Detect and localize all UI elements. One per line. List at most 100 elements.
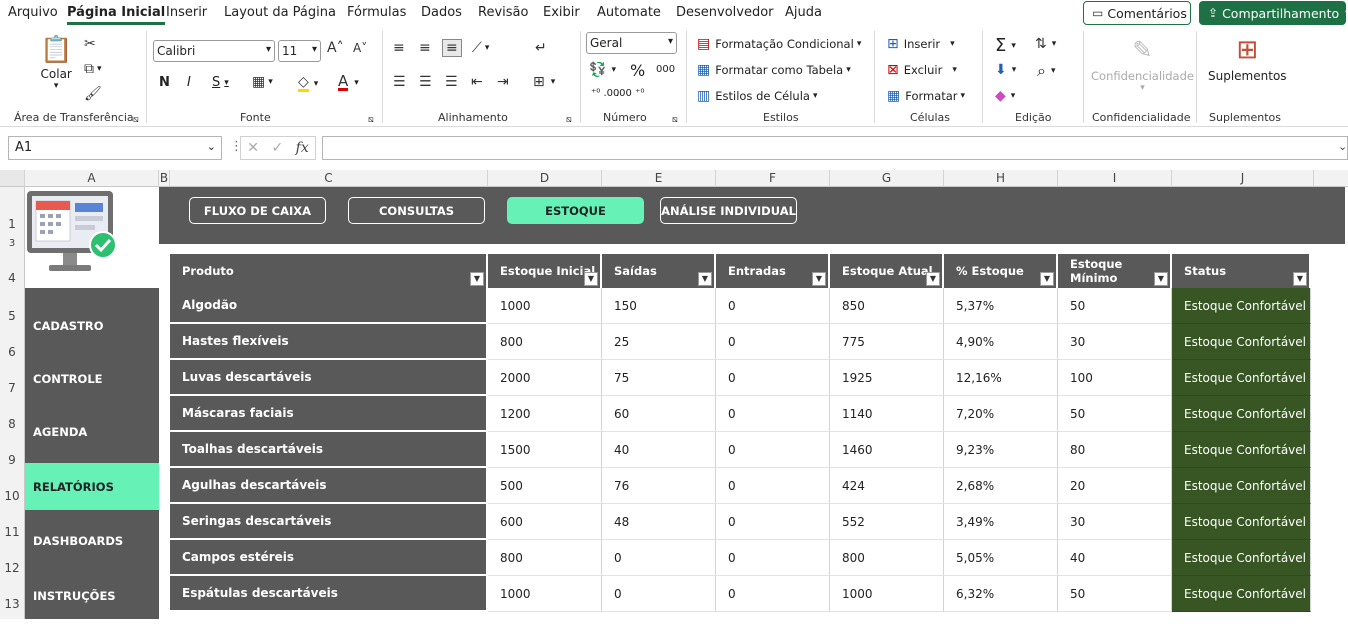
borders-icon[interactable]: ▦ ▾ [252, 75, 273, 89]
cell-produto[interactable]: Espátulas descartáveis [170, 576, 488, 612]
cell-estoque-minimo[interactable]: 40 [1058, 540, 1172, 576]
cell-saidas[interactable]: 40 [602, 432, 716, 468]
cell-status[interactable]: Estoque Confortável [1172, 324, 1311, 360]
sort-filter-icon[interactable]: ⇅ ▾ [1035, 37, 1056, 51]
cell-percent-estoque[interactable]: 12,16% [944, 360, 1058, 396]
fill-color-icon[interactable]: ◇ ▾ [298, 75, 318, 92]
cell-saidas[interactable]: 76 [602, 468, 716, 504]
row-header-6[interactable]: 6 [0, 325, 25, 361]
copy-icon[interactable]: ⧉ ▾ [84, 62, 102, 76]
cell-status[interactable]: Estoque Confortável [1172, 540, 1311, 576]
cell-produto[interactable]: Máscaras faciais [170, 396, 488, 432]
cell-entradas[interactable]: 0 [716, 396, 830, 432]
nav-estoque-button[interactable]: ESTOQUE [507, 197, 644, 224]
cell-estoque-minimo[interactable]: 30 [1058, 504, 1172, 540]
row-header-8[interactable]: 8 [0, 397, 25, 433]
font-color-icon[interactable]: A ▾ [338, 74, 359, 91]
tab-desenvolvedor[interactable]: Desenvolvedor [676, 5, 774, 20]
number-format-select[interactable]: Geral ▾ [586, 32, 677, 54]
select-all-corner[interactable] [0, 170, 25, 187]
row-header-11[interactable]: 11 [0, 505, 25, 541]
column-header-estoque-atual[interactable]: Estoque Atual ▼ [830, 254, 944, 288]
cell-estoque-minimo[interactable]: 80 [1058, 432, 1172, 468]
thousands-icon[interactable]: 000 [656, 64, 675, 75]
column-header-estoque-minimo[interactable]: Estoque Mínimo ▼ [1058, 254, 1172, 288]
align-middle-icon[interactable]: ≡ [419, 41, 431, 55]
name-box[interactable]: A1 ⌄ [8, 136, 222, 160]
sidebar-item-agenda[interactable]: AGENDA [25, 406, 159, 458]
cell-entradas[interactable]: 0 [716, 468, 830, 504]
cell-estoque-minimo[interactable]: 100 [1058, 360, 1172, 396]
filter-dropdown-icon[interactable]: ▼ [584, 272, 598, 286]
cell-estoque-atual[interactable]: 850 [830, 288, 944, 324]
cell-percent-estoque[interactable]: 4,90% [944, 324, 1058, 360]
shrink-font-icon[interactable]: A˅ [353, 41, 367, 55]
comments-button[interactable]: ▭ Comentários [1083, 1, 1191, 25]
underline-icon[interactable]: S ▾ [212, 75, 229, 90]
tab-ajuda[interactable]: Ajuda [785, 5, 822, 20]
sidebar-item-cadastro[interactable]: CADASTRO [25, 300, 159, 352]
tab-dados[interactable]: Dados [421, 5, 462, 20]
cell-estoque-minimo[interactable]: 50 [1058, 576, 1172, 612]
find-icon[interactable]: ⌕ ▾ [1037, 61, 1056, 81]
cell-percent-estoque[interactable]: 5,37% [944, 288, 1058, 324]
cell-estoque-inicial[interactable]: 800 [488, 540, 602, 576]
column-header-c[interactable]: C [170, 170, 488, 187]
cell-saidas[interactable]: 25 [602, 324, 716, 360]
cell-estoque-minimo[interactable]: 20 [1058, 468, 1172, 504]
tab-revisao[interactable]: Revisão [478, 5, 528, 20]
align-right-icon[interactable]: ☰ [445, 75, 458, 89]
cell-percent-estoque[interactable]: 3,49% [944, 504, 1058, 540]
clear-icon[interactable]: ◆ ▾ [995, 89, 1015, 103]
format-as-table-button[interactable]: ▦ Formatar como Tabela ▾ [697, 63, 851, 77]
cell-estoque-atual[interactable]: 1925 [830, 360, 944, 396]
align-bottom-icon[interactable]: ≡ [442, 39, 462, 57]
column-header-estoque-inicial[interactable]: Estoque Inicial ▼ [488, 254, 602, 288]
sidebar-item-relatorios[interactable]: RELATÓRIOS [25, 463, 159, 510]
tab-pagina-inicial[interactable]: Página Inicial [67, 5, 166, 25]
delete-cells-button[interactable]: ⊠ Excluir ▾ [887, 63, 957, 77]
cell-estoque-inicial[interactable]: 1200 [488, 396, 602, 432]
cell-entradas[interactable]: 0 [716, 360, 830, 396]
cell-produto[interactable]: Seringas descartáveis [170, 504, 488, 540]
cell-status[interactable]: Estoque Confortável [1172, 432, 1311, 468]
decrease-indent-icon[interactable]: ⇤ [471, 75, 483, 89]
cell-status[interactable]: Estoque Confortável [1172, 288, 1311, 324]
filter-dropdown-icon[interactable]: ▼ [812, 272, 826, 286]
enter-icon[interactable]: ✓ [271, 140, 283, 156]
cell-estoque-atual[interactable]: 1000 [830, 576, 944, 612]
cell-entradas[interactable]: 0 [716, 432, 830, 468]
column-header-g[interactable]: G [830, 170, 944, 187]
cell-saidas[interactable]: 0 [602, 540, 716, 576]
cell-estoque-atual[interactable]: 1460 [830, 432, 944, 468]
font-name-select[interactable]: Calibri ▾ [153, 40, 275, 62]
column-header-e[interactable]: E [602, 170, 716, 187]
paste-button[interactable]: 📋 Colar ▾ [40, 35, 72, 91]
row-header-1[interactable]: 1 [0, 187, 25, 235]
cell-produto[interactable]: Agulhas descartáveis [170, 468, 488, 504]
nav-analise-individual-button[interactable]: ANÁLISE INDIVIDUAL [660, 197, 797, 224]
column-header-i[interactable]: I [1058, 170, 1172, 187]
cell-estoque-inicial[interactable]: 1000 [488, 576, 602, 612]
percent-icon[interactable]: % [630, 61, 645, 80]
cut-icon[interactable]: ✂ [84, 37, 96, 51]
tab-inserir[interactable]: Inserir [166, 5, 207, 20]
cell-produto[interactable]: Toalhas descartáveis [170, 432, 488, 468]
cell-estoque-atual[interactable]: 1140 [830, 396, 944, 432]
cell-estoque-atual[interactable]: 424 [830, 468, 944, 504]
cell-status[interactable]: Estoque Confortável [1172, 576, 1311, 612]
column-header-entradas[interactable]: Entradas ▼ [716, 254, 830, 288]
cell-percent-estoque[interactable]: 5,05% [944, 540, 1058, 576]
cell-percent-estoque[interactable]: 2,68% [944, 468, 1058, 504]
filter-dropdown-icon[interactable]: ▼ [698, 272, 712, 286]
tab-arquivo[interactable]: Arquivo [8, 5, 58, 20]
row-header-7[interactable]: 7 [0, 361, 25, 397]
insert-cells-button[interactable]: ⊞ Inserir ▾ [887, 37, 955, 51]
insert-function-icon[interactable]: fx [296, 140, 309, 156]
cell-percent-estoque[interactable]: 9,23% [944, 432, 1058, 468]
dialog-launcher-icon[interactable]: ⧅ [133, 115, 139, 125]
increase-indent-icon[interactable]: ⇥ [497, 75, 509, 89]
cell-entradas[interactable]: 0 [716, 324, 830, 360]
column-header-f[interactable]: F [716, 170, 830, 187]
merge-center-icon[interactable]: ⊞ ▾ [533, 75, 555, 89]
